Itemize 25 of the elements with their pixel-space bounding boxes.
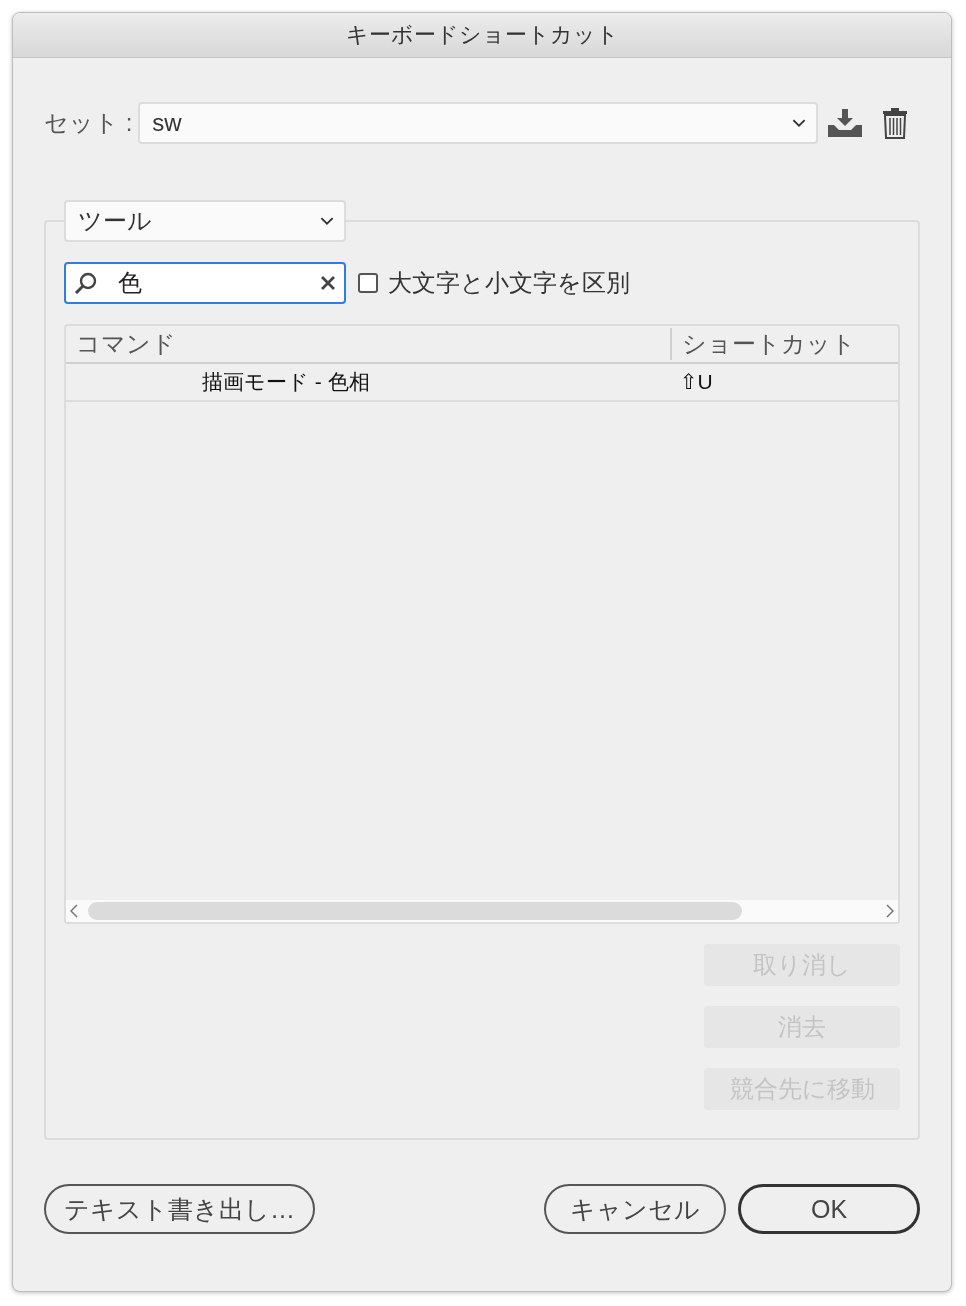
dialog-button[interactable]: キャンセル <box>544 1184 726 1234</box>
clear-icon[interactable] <box>320 275 336 291</box>
chevron-down-icon <box>792 118 806 128</box>
search-icon <box>74 271 98 295</box>
search-input[interactable]: 色 <box>118 269 320 297</box>
scroll-thumb[interactable] <box>88 902 742 920</box>
window-title: キーボードショートカット <box>345 21 619 49</box>
set-label: セット : <box>44 108 133 138</box>
column-header[interactable]: コマンド <box>66 328 670 360</box>
column-header[interactable]: ショートカット <box>670 328 898 360</box>
shortcut-cell-text: ⇧U <box>679 370 713 394</box>
chevron-down-icon <box>320 216 334 226</box>
download-icon[interactable] <box>828 109 862 137</box>
set-dropdown[interactable]: sw <box>138 102 818 144</box>
command-cell-text: 描画モード - 色相 <box>201 369 371 395</box>
checkbox-label[interactable]: 大文字と小文字を区別 <box>388 267 630 299</box>
dialog-button[interactable]: テキスト書き出し… <box>44 1184 315 1234</box>
search-field[interactable]: 色 <box>64 262 346 304</box>
scroll-left-icon[interactable] <box>70 904 78 918</box>
default-button[interactable]: OK <box>738 1184 920 1234</box>
trash-icon[interactable] <box>882 107 908 139</box>
category-dropdown[interactable]: ツール <box>64 200 346 242</box>
horizontal-scrollbar[interactable] <box>66 900 898 922</box>
scroll-right-icon[interactable] <box>886 904 894 918</box>
checkbox[interactable] <box>358 273 378 293</box>
